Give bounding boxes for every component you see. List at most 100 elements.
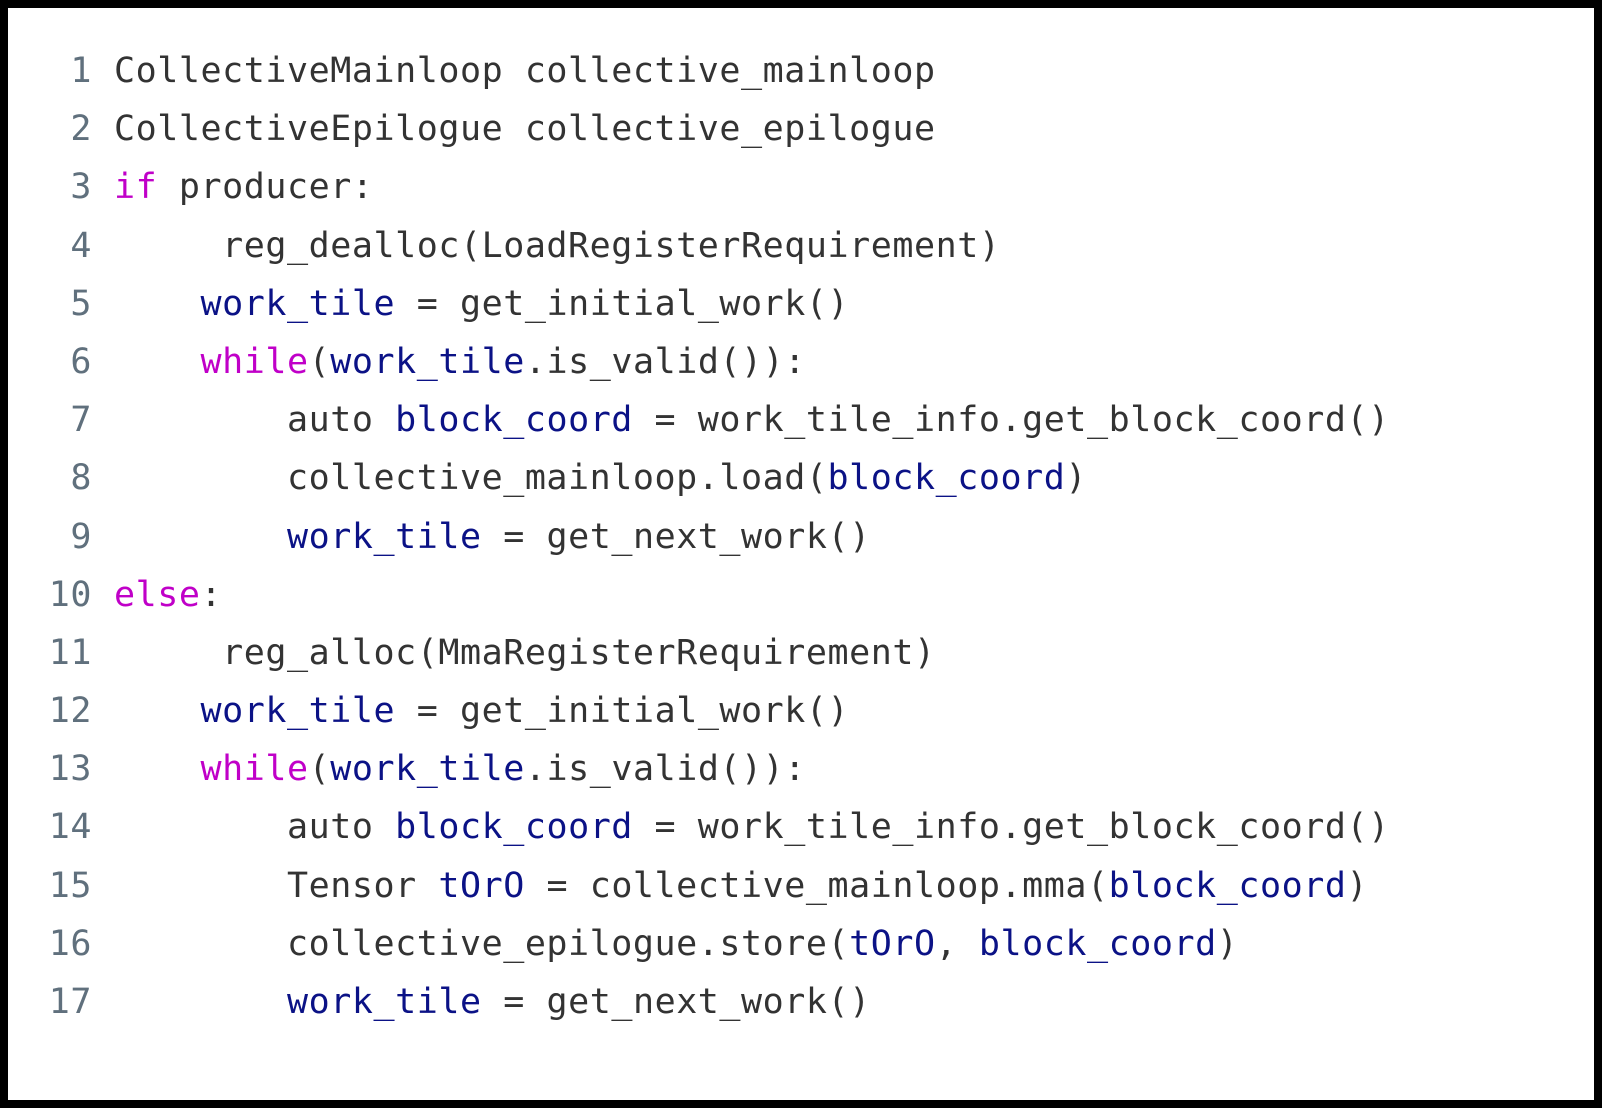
code-token-var: block_coord xyxy=(395,400,633,441)
code-block: 1 CollectiveMainloop collective_mainloop 2… xyxy=(24,42,1586,1092)
code-line: 4 reg_dealloc(LoadRegisterRequirement) xyxy=(24,217,1586,275)
code-token-plain: producer: xyxy=(157,167,374,208)
code-token-plain: = work_tile_info.get_block_coord() xyxy=(632,400,1390,441)
code-token-plain: Tensor xyxy=(114,865,439,906)
code-token-kw: else xyxy=(114,574,201,615)
code-token-var: work_tile xyxy=(286,516,482,557)
code-line: 13 while(work_tile.is_valid()): xyxy=(24,740,1586,798)
code-line: 17 work_tile = get_next_work() xyxy=(24,973,1586,1031)
line-number: 12 xyxy=(48,691,92,732)
code-line: 9 work_tile = get_next_work() xyxy=(24,508,1586,566)
code-line: 7 auto block_coord = work_tile_info.get_… xyxy=(24,391,1586,449)
code-token-var: work_tile xyxy=(286,982,482,1022)
code-listing-figure: 1 CollectiveMainloop collective_mainloop 2… xyxy=(0,0,1602,1108)
code-line: 1 CollectiveMainloop collective_mainloop xyxy=(24,42,1586,100)
line-number: 5 xyxy=(70,283,92,324)
line-number: 6 xyxy=(70,341,92,382)
line-number: 7 xyxy=(70,400,92,441)
code-line-text: while(work_tile.is_valid()): xyxy=(92,740,806,798)
code-token-var: block_coord xyxy=(978,923,1217,964)
line-number: 2 xyxy=(70,109,92,150)
code-token-var: tOrO xyxy=(849,923,936,964)
code-token-plain: = get_initial_work() xyxy=(395,691,850,732)
line-number: 13 xyxy=(48,749,92,790)
code-line: 5 work_tile = get_initial_work() xyxy=(24,275,1586,333)
code-token-var: work_tile xyxy=(330,341,525,382)
code-token-plain: ( xyxy=(308,341,331,382)
code-token-plain: = get_next_work() xyxy=(481,516,871,557)
code-token-plain: collective_epilogue.store( xyxy=(114,923,850,964)
code-line-text: collective_epilogue.store(tOrO, block_co… xyxy=(92,915,1238,973)
code-token-plain: ) xyxy=(1065,458,1087,499)
code-token-plain: , xyxy=(935,923,979,964)
code-line-text: CollectiveMainloop collective_mainloop xyxy=(92,42,936,100)
line-number: 14 xyxy=(48,807,92,848)
code-token-plain: CollectiveMainloop collective_mainloop xyxy=(114,51,936,91)
code-token-plain: auto xyxy=(114,400,396,441)
line-number: 3 xyxy=(70,167,92,208)
code-line-text: work_tile = get_initial_work() xyxy=(92,682,849,740)
code-line-text: Tensor tOrO = collective_mainloop.mma(bl… xyxy=(92,857,1368,915)
code-line-text: auto block_coord = work_tile_info.get_bl… xyxy=(92,798,1390,856)
code-token-kw: if xyxy=(114,167,158,208)
code-line-text: work_tile = get_initial_work() xyxy=(92,275,849,333)
line-number: 8 xyxy=(70,458,92,499)
code-token-var: tOrO xyxy=(438,865,525,906)
code-line: 14 auto block_coord = work_tile_info.get… xyxy=(24,798,1586,856)
line-number: 11 xyxy=(48,632,92,673)
code-line: 8 collective_mainloop.load(block_coord) xyxy=(24,449,1586,507)
code-line: 10 else: xyxy=(24,566,1586,624)
code-line-text: if producer: xyxy=(92,158,373,216)
code-token-plain: ( xyxy=(308,749,331,790)
code-token-var: work_tile xyxy=(200,283,396,324)
line-number: 9 xyxy=(70,516,92,557)
code-token-plain: = collective_mainloop.mma( xyxy=(524,865,1109,906)
code-token-plain: .is_valid()): xyxy=(524,749,806,790)
code-line-text: CollectiveEpilogue collective_epilogue xyxy=(92,100,936,158)
code-line: 12 work_tile = get_initial_work() xyxy=(24,682,1586,740)
code-token-var: block_coord xyxy=(827,458,1066,499)
code-token-var: block_coord xyxy=(1108,865,1347,906)
code-token-plain: = work_tile_info.get_block_coord() xyxy=(632,807,1390,848)
line-number: 10 xyxy=(48,574,92,615)
code-line-text: reg_alloc(MmaRegisterRequirement) xyxy=(92,624,936,682)
code-line-text: while(work_tile.is_valid()): xyxy=(92,333,806,391)
code-token-plain: .is_valid()): xyxy=(524,341,806,382)
line-number: 17 xyxy=(48,982,92,1022)
code-token-plain: CollectiveEpilogue collective_epilogue xyxy=(114,109,936,150)
code-token-plain: : xyxy=(200,574,223,615)
code-line: 2 CollectiveEpilogue collective_epilogue xyxy=(24,100,1586,158)
code-line-text: else: xyxy=(92,566,222,624)
code-token-plain: = get_next_work() xyxy=(481,982,871,1022)
code-line: 15 Tensor tOrO = collective_mainloop.mma… xyxy=(24,857,1586,915)
code-line: 3 if producer: xyxy=(24,158,1586,216)
line-number: 4 xyxy=(70,225,92,266)
line-number: 1 xyxy=(70,51,92,91)
code-line-text: collective_mainloop.load(block_coord) xyxy=(92,449,1087,507)
code-token-plain: ) xyxy=(1216,923,1239,964)
code-token-plain: collective_mainloop.load( xyxy=(114,458,828,499)
code-token-plain: reg_alloc(MmaRegisterRequirement) xyxy=(114,632,936,673)
code-token-plain: auto xyxy=(114,807,396,848)
code-token-plain: reg_dealloc(LoadRegisterRequirement) xyxy=(114,225,1001,266)
code-line: 6 while(work_tile.is_valid()): xyxy=(24,333,1586,391)
code-token-plain: = get_initial_work() xyxy=(395,283,850,324)
code-line: 16 collective_epilogue.store(tOrO, block… xyxy=(24,915,1586,973)
code-line-text: reg_dealloc(LoadRegisterRequirement) xyxy=(92,217,1001,275)
line-number: 15 xyxy=(48,865,92,906)
code-token-var: work_tile xyxy=(200,691,396,732)
code-token-var: work_tile xyxy=(330,749,525,790)
code-token-plain: ) xyxy=(1346,865,1369,906)
code-line-text: work_tile = get_next_work() xyxy=(92,973,871,1031)
code-token-kw: while xyxy=(200,341,309,382)
line-number: 16 xyxy=(48,923,92,964)
code-token-var: block_coord xyxy=(395,807,633,848)
code-line: 11 reg_alloc(MmaRegisterRequirement) xyxy=(24,624,1586,682)
code-line-text: work_tile = get_next_work() xyxy=(92,508,871,566)
